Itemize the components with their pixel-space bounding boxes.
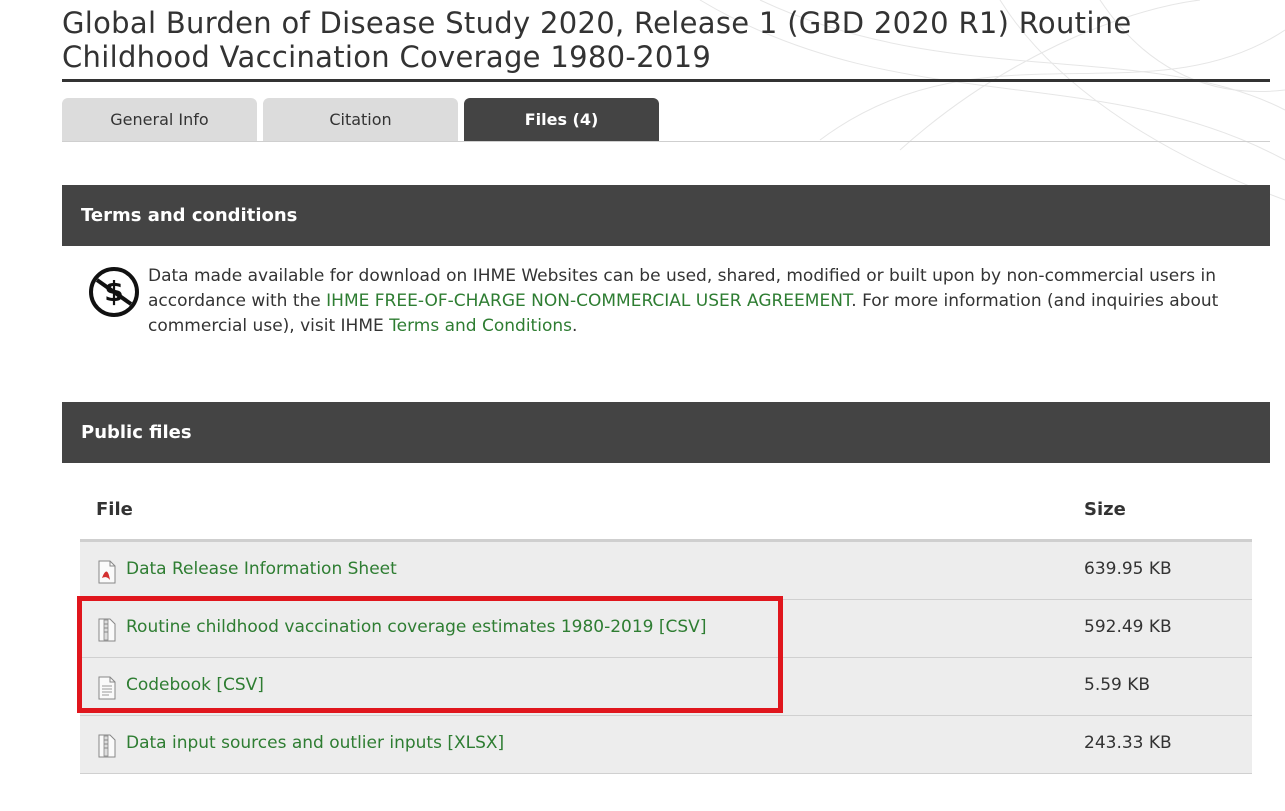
- file-link[interactable]: Data Release Information Sheet: [126, 559, 397, 579]
- page-title: Global Burden of Disease Study 2020, Rel…: [62, 6, 1132, 74]
- text-file-icon: [98, 676, 116, 700]
- title-divider: [62, 79, 1270, 82]
- table-header: File Size: [80, 484, 1252, 542]
- column-header-size: Size: [1084, 499, 1126, 520]
- zip-file-icon: [98, 734, 116, 758]
- terms-text-part3: .: [571, 316, 578, 336]
- file-link[interactable]: Routine childhood vaccination coverage e…: [126, 617, 706, 637]
- public-files-heading: Public files: [62, 402, 1270, 463]
- user-agreement-link[interactable]: IHME FREE-OF-CHARGE NON-COMMERCIAL USER …: [326, 291, 851, 311]
- tab-citation[interactable]: Citation: [263, 98, 458, 141]
- pdf-file-icon: [98, 560, 116, 584]
- no-commercial-icon: $: [89, 267, 139, 317]
- column-header-file: File: [96, 499, 133, 520]
- tab-general-info[interactable]: General Info: [62, 98, 257, 141]
- terms-heading: Terms and conditions: [62, 185, 1270, 246]
- file-size: 639.95 KB: [1084, 559, 1172, 579]
- file-size: 243.33 KB: [1084, 733, 1172, 753]
- file-link[interactable]: Codebook [CSV]: [126, 675, 264, 695]
- file-size: 5.59 KB: [1084, 675, 1151, 695]
- tab-bar: General Info Citation Files (4): [62, 98, 1270, 142]
- file-size: 592.49 KB: [1084, 617, 1172, 637]
- terms-and-conditions-link[interactable]: Terms and Conditions: [389, 316, 572, 336]
- table-row: Data input sources and outlier inputs [X…: [80, 716, 1252, 774]
- table-row: Routine childhood vaccination coverage e…: [80, 600, 1252, 658]
- file-link[interactable]: Data input sources and outlier inputs [X…: [126, 733, 504, 753]
- files-table: File Size Data Release Information Sheet…: [80, 484, 1252, 774]
- content-wrapper: Global Burden of Disease Study 2020, Rel…: [62, 0, 1270, 774]
- table-row: Data Release Information Sheet 639.95 KB: [80, 542, 1252, 600]
- table-row: Codebook [CSV] 5.59 KB: [80, 658, 1252, 716]
- zip-file-icon: [98, 618, 116, 642]
- terms-text: Data made available for download on IHME…: [148, 264, 1248, 339]
- tab-files[interactable]: Files (4): [464, 98, 659, 141]
